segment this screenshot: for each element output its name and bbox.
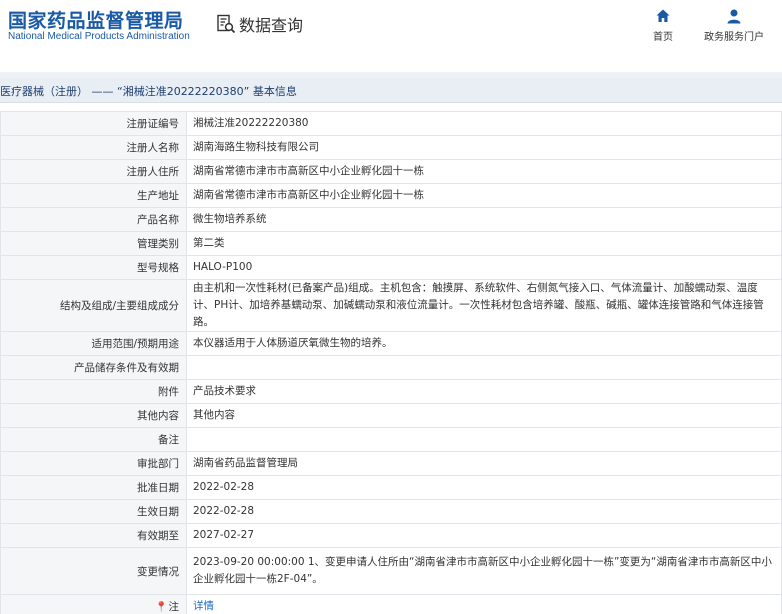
table-row: 注册人住所 湖南省常德市津市市高新区中小企业孵化园十一栋 bbox=[0, 159, 782, 184]
table-row: 📍注 详情 bbox=[0, 594, 782, 614]
row-key: 审批部门 bbox=[0, 451, 187, 476]
table-row: 备注 bbox=[0, 427, 782, 452]
breadcrumb-bar: 医疗器械（注册） —— “湘械注准20222220380” 基本信息 bbox=[0, 78, 782, 103]
table-row: 有效期至 2027-02-27 bbox=[0, 523, 782, 548]
row-key-note: 📍注 bbox=[0, 594, 187, 614]
row-key: 注册人住所 bbox=[0, 159, 187, 184]
row-value: 湖南省药品监督管理局 bbox=[186, 451, 782, 476]
app-title-label: 数据查询 bbox=[239, 16, 304, 35]
table-row: 型号规格 HALO-P100 bbox=[0, 255, 782, 280]
table-row: 附件 产品技术要求 bbox=[0, 379, 782, 404]
search-document-icon bbox=[217, 14, 236, 34]
table-row: 注册人名称 湖南海路生物科技有限公司 bbox=[0, 135, 782, 160]
details-link[interactable]: 详情 bbox=[193, 600, 214, 612]
nav-home-label: 首页 bbox=[653, 32, 673, 43]
row-value: 湘械注准20222220380 bbox=[186, 111, 782, 136]
row-key-label: 注 bbox=[168, 601, 180, 613]
site-logo-en[interactable]: National Medical Products Administration bbox=[8, 31, 190, 42]
table-row: 产品储存条件及有效期 bbox=[0, 355, 782, 380]
table-row: 其他内容 其他内容 bbox=[0, 403, 782, 428]
table-row: 注册证编号 湘械注准20222220380 bbox=[0, 111, 782, 136]
row-key: 适用范围/预期用途 bbox=[0, 331, 187, 356]
table-row: 批准日期 2022-02-28 bbox=[0, 475, 782, 500]
row-key: 有效期至 bbox=[0, 523, 187, 548]
row-key: 型号规格 bbox=[0, 255, 187, 280]
row-key: 注册证编号 bbox=[0, 111, 187, 136]
row-key: 附件 bbox=[0, 379, 187, 404]
table-row: 审批部门 湖南省药品监督管理局 bbox=[0, 451, 782, 476]
user-icon bbox=[727, 9, 741, 24]
site-header: 国家药品监督管理局 National Medical Products Admi… bbox=[0, 0, 782, 58]
row-value: 湖南海路生物科技有限公司 bbox=[186, 135, 782, 160]
row-value bbox=[186, 355, 782, 380]
row-value: 湖南省常德市津市市高新区中小企业孵化园十一栋 bbox=[186, 159, 782, 184]
table-row: 管理类别 第二类 bbox=[0, 231, 782, 256]
row-key: 注册人名称 bbox=[0, 135, 187, 160]
nav-gov-portal-label: 政务服务门户 bbox=[704, 32, 764, 43]
site-logo-cn[interactable]: 国家药品监督管理局 bbox=[8, 6, 184, 33]
breadcrumb: 医疗器械（注册） —— “湘械注准20222220380” 基本信息 bbox=[0, 85, 297, 98]
pin-icon: 📍 bbox=[155, 602, 168, 613]
row-key: 产品名称 bbox=[0, 207, 187, 232]
row-key: 结构及组成/主要组成成分 bbox=[0, 279, 187, 332]
row-key: 备注 bbox=[0, 427, 187, 452]
detail-table: 注册证编号 湘械注准20222220380 注册人名称 湖南海路生物科技有限公司 注… bbox=[0, 111, 782, 614]
row-value: 2022-02-28 bbox=[186, 499, 782, 524]
row-key: 批准日期 bbox=[0, 475, 187, 500]
row-key: 管理类别 bbox=[0, 231, 187, 256]
row-value: 由主机和一次性耗材(已备案产品)组成。主机包含：触摸屏、系统软件、右侧氮气接入口… bbox=[186, 279, 782, 332]
row-value: 产品技术要求 bbox=[186, 379, 782, 404]
table-row: 变更情况 2023-09-20 00:00:00 1、变更申请人住所由“湖南省津市… bbox=[0, 547, 782, 595]
table-row: 结构及组成/主要组成成分 由主机和一次性耗材(已备案产品)组成。主机包含：触摸屏、… bbox=[0, 279, 782, 332]
row-key: 生产地址 bbox=[0, 183, 187, 208]
table-row: 产品名称 微生物培养系统 bbox=[0, 207, 782, 232]
home-icon bbox=[656, 9, 670, 22]
table-row: 生产地址 湖南省常德市津市市高新区中小企业孵化园十一栋 bbox=[0, 183, 782, 208]
row-value: 其他内容 bbox=[186, 403, 782, 428]
row-key: 生效日期 bbox=[0, 499, 187, 524]
row-value: 湖南省常德市津市市高新区中小企业孵化园十一栋 bbox=[186, 183, 782, 208]
row-key: 产品储存条件及有效期 bbox=[0, 355, 187, 380]
row-value: HALO-P100 bbox=[186, 255, 782, 280]
row-value: 2022-02-28 bbox=[186, 475, 782, 500]
app-title: 数据查询 bbox=[216, 12, 303, 36]
row-value: 2027-02-27 bbox=[186, 523, 782, 548]
row-value: 详情 bbox=[186, 594, 782, 614]
table-row: 适用范围/预期用途 本仪器适用于人体肠道厌氧微生物的培养。 bbox=[0, 331, 782, 356]
row-value: 2023-09-20 00:00:00 1、变更申请人住所由“湖南省津市市高新区… bbox=[186, 547, 782, 595]
row-key: 其他内容 bbox=[0, 403, 187, 428]
table-row: 生效日期 2022-02-28 bbox=[0, 499, 782, 524]
row-value: 第二类 bbox=[186, 231, 782, 256]
row-value: 本仪器适用于人体肠道厌氧微生物的培养。 bbox=[186, 331, 782, 356]
nav-home[interactable]: 首页 bbox=[648, 8, 678, 43]
row-value: 微生物培养系统 bbox=[186, 207, 782, 232]
row-value bbox=[186, 427, 782, 452]
nav-gov-portal[interactable]: 政务服务门户 bbox=[700, 8, 768, 43]
row-key: 变更情况 bbox=[0, 547, 187, 595]
